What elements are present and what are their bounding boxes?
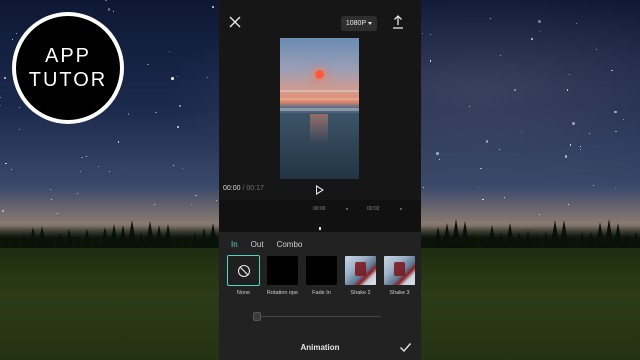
tab-out[interactable]: Out [251,240,264,249]
animation-thumb [267,256,298,285]
star [176,75,178,77]
current-time: 00:00 [223,185,241,192]
close-icon[interactable] [227,14,243,30]
duration-slider-track[interactable] [257,316,381,317]
star [615,130,617,133]
check-icon[interactable] [399,342,412,353]
timeline-dot [346,208,348,210]
star [18,106,20,109]
wave [280,98,359,100]
star [4,77,6,79]
star [485,140,489,143]
star [2,210,4,212]
playhead[interactable] [319,227,321,230]
star [579,148,581,150]
star [85,155,87,157]
play-icon[interactable] [316,185,324,195]
star [567,203,569,205]
star [572,122,575,125]
animation-item-shake-3[interactable]: Shake 3 [384,256,415,296]
animation-thumb [227,255,260,286]
star [81,156,83,158]
star [117,141,119,143]
animation-list: None Rotation ope Fade In Shake 2 Shake … [227,255,415,296]
star [564,155,568,158]
star [147,63,149,65]
star [614,110,617,114]
animation-item-fade-in[interactable]: Fade In [306,256,337,296]
star [482,198,484,200]
star [112,10,114,12]
animation-label: Shake 3 [389,290,410,296]
bottom-bar: Animation [219,334,421,360]
star [422,186,424,189]
star [436,152,439,155]
star [567,89,569,91]
animation-tabs: In Out Combo [231,240,302,249]
star [429,60,432,62]
export-icon[interactable] [391,14,405,30]
animation-label: Fade In [312,290,331,296]
star [611,69,613,72]
animation-panel: In Out Combo None Rotation ope Fade In S… [219,232,421,360]
tab-combo[interactable]: Combo [277,240,303,249]
star [5,162,7,164]
timeline-tick: 00:02 [367,206,380,212]
animation-label: Shake 2 [350,290,371,296]
sunset-sun [315,70,324,79]
tab-in[interactable]: In [231,240,238,249]
wave [280,108,359,111]
animation-thumb [384,256,415,285]
sun-reflection [310,114,328,144]
star [477,186,479,188]
timeline-dot [400,208,402,210]
star [531,38,533,40]
video-preview[interactable] [280,38,359,179]
star [468,105,470,107]
animation-thumb [306,256,337,285]
star [438,158,441,160]
total-duration: 00:17 [246,185,264,192]
star [538,20,541,23]
resolution-button[interactable]: 1080P [341,16,377,31]
animation-label: None [236,290,251,296]
logo-line-2: TUTOR [28,69,108,91]
app-tutor-logo: APP TUTOR [12,12,124,124]
resolution-label: 1080P [345,20,367,27]
star [171,77,174,80]
star [503,196,506,198]
logo-inner: APP TUTOR [16,16,120,120]
animation-item-shake-2[interactable]: Shake 2 [345,256,376,296]
logo-line-1: APP [44,45,92,67]
caret-down-icon [368,22,373,25]
wave [280,90,359,92]
duration-slider-knob[interactable] [253,312,261,321]
phone-screen: 1080P 00:00 / 00:17 00:00 00:02 In Out C… [219,0,421,360]
timeline-tick: 00:00 [313,206,326,212]
animation-thumb [345,256,376,285]
panel-title: Animation [300,343,340,352]
prohibit-icon [237,264,250,277]
timeline[interactable]: 00:00 00:02 [219,200,421,232]
animation-label: Rotation ope [266,290,299,296]
animation-item-rotation[interactable]: Rotation ope [267,256,298,296]
animation-item-none[interactable]: None [227,255,260,296]
playback-time: 00:00 / 00:17 [223,185,264,192]
